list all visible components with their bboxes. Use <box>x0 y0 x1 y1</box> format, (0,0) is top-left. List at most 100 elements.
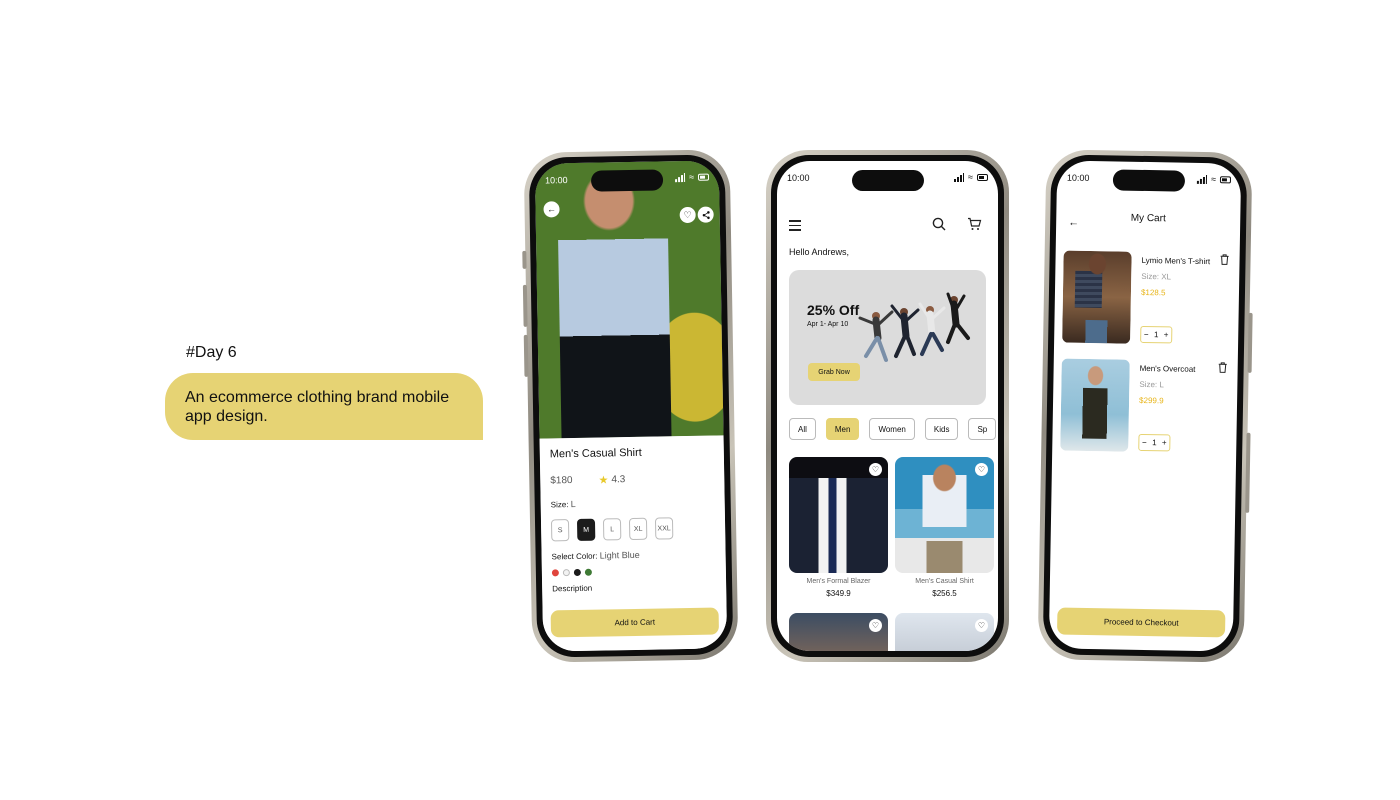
item-price: $299.9 <box>1139 395 1164 406</box>
item-price: $128.5 <box>1140 287 1166 298</box>
phone-home: 10:00 ≈ Hello Andrews, 25% Off Apr 1- Ap… <box>766 150 1009 662</box>
product-card[interactable]: ♡ <box>895 613 994 651</box>
size-option[interactable]: M <box>576 518 596 541</box>
wifi-icon: ≈ <box>1210 174 1217 185</box>
share-icon[interactable] <box>697 206 714 223</box>
color-label-row: Select Color: Light Blue <box>552 549 716 562</box>
size-option[interactable]: S <box>550 519 570 542</box>
product-title: Men's Casual Shirt <box>549 446 642 461</box>
signal-icon <box>675 173 686 183</box>
power-button <box>1247 312 1253 373</box>
status-time: 10:00 <box>544 175 568 186</box>
size-option[interactable]: L <box>602 518 622 541</box>
status-time: 10:00 <box>1066 172 1090 183</box>
battery-icon <box>697 173 710 181</box>
size-options: S M L XL XXL <box>550 517 715 542</box>
action-button <box>522 250 527 269</box>
wifi-icon: ≈ <box>968 172 973 182</box>
category-tab[interactable]: Women <box>869 418 915 440</box>
color-label: Select Color: <box>551 551 598 562</box>
product-hero-image: ← ♡ <box>534 160 724 439</box>
phone-cart: 10:00 ≈ ← My Cart Lymio Men's T-shirt Si… <box>1037 149 1253 663</box>
tshirt-image <box>1062 250 1132 344</box>
description-label: Description <box>552 583 593 594</box>
top-bar <box>789 217 986 233</box>
category-tab[interactable]: Sp <box>968 418 997 440</box>
heart-icon[interactable]: ♡ <box>869 463 882 476</box>
back-arrow-icon[interactable]: ← <box>543 201 560 218</box>
product-card[interactable]: ♡ <box>789 613 888 651</box>
volume-down-button <box>523 334 529 377</box>
status-bar: 10:00 ≈ <box>1057 172 1241 189</box>
product-image: ♡ <box>895 613 994 651</box>
trash-icon[interactable] <box>1219 253 1229 265</box>
blazer-image: ♡ <box>789 457 888 573</box>
quantity-stepper[interactable]: − 1 + <box>1140 325 1173 344</box>
battery-icon <box>977 174 988 181</box>
category-tab[interactable]: All <box>789 418 816 440</box>
trash-icon[interactable] <box>1218 361 1228 373</box>
add-to-cart-button[interactable]: Add to Cart <box>550 607 720 638</box>
heart-icon[interactable]: ♡ <box>679 206 696 224</box>
cart-item: Men's Overcoat Size: L $299.9 − 1 + <box>1060 358 1230 456</box>
decrement-button[interactable]: − <box>1142 438 1147 447</box>
item-size: Size: XL <box>1141 271 1172 282</box>
size-value: L <box>570 498 576 510</box>
category-tab[interactable]: Kids <box>924 418 959 440</box>
color-swatch[interactable] <box>584 568 592 576</box>
heart-icon[interactable]: ♡ <box>975 463 988 476</box>
heart-icon[interactable]: ♡ <box>869 619 882 632</box>
item-name: Men's Overcoat <box>1139 363 1196 374</box>
menu-icon[interactable] <box>789 220 801 234</box>
size-option[interactable]: XXL <box>654 517 674 540</box>
quantity-value: 1 <box>1152 438 1157 448</box>
banner-image <box>858 292 970 362</box>
home-screen: 10:00 ≈ Hello Andrews, 25% Off Apr 1- Ap… <box>777 161 998 651</box>
signal-icon <box>1196 175 1208 185</box>
product-price: $256.5 <box>932 589 957 598</box>
product-card[interactable]: ♡ Men's Formal Blazer $349.9 <box>789 457 888 598</box>
product-name: Men's Formal Blazer <box>806 578 871 585</box>
decrement-button[interactable]: − <box>1144 330 1149 339</box>
quantity-value: 1 <box>1153 330 1159 340</box>
star-icon: ★ <box>598 474 609 487</box>
rating-value: 4.3 <box>611 474 626 486</box>
volume-up-button <box>522 284 528 327</box>
day-title: #Day 6 <box>186 344 237 361</box>
status-bar: 10:00 ≈ <box>777 173 998 187</box>
color-swatch[interactable] <box>562 569 570 577</box>
cart-item: Lymio Men's T-shirt Size: XL $128.5 − 1 … <box>1062 250 1232 348</box>
promo-banner: 25% Off Apr 1- Apr 10 Grab Now <box>789 270 986 405</box>
cart-icon[interactable] <box>967 217 982 231</box>
product-price: $180 <box>550 475 573 487</box>
signal-icon <box>954 173 965 182</box>
color-value: Light Blue <box>599 549 640 561</box>
heart-icon[interactable]: ♡ <box>975 619 988 632</box>
size-option[interactable]: XL <box>628 517 648 541</box>
product-card[interactable]: ♡ Men's Casual Shirt $256.5 <box>895 457 994 598</box>
category-tab[interactable]: Men <box>825 418 860 440</box>
size-label-row: Size: L <box>550 497 715 510</box>
search-icon[interactable] <box>932 217 946 231</box>
proceed-to-checkout-button[interactable]: Proceed to Checkout <box>1056 607 1226 638</box>
status-time: 10:00 <box>787 173 810 183</box>
size-label: Size: <box>550 500 569 510</box>
item-size: Size: L <box>1139 379 1164 390</box>
color-swatch[interactable] <box>573 568 581 577</box>
increment-button[interactable]: + <box>1164 330 1169 339</box>
quantity-stepper[interactable]: − 1 + <box>1138 433 1171 452</box>
product-detail-screen: 10:00 ≈ ← ♡ Men's Casual Shirt $180 ★ 4.… <box>534 160 728 652</box>
color-swatch[interactable] <box>551 569 559 577</box>
color-swatches <box>551 567 716 577</box>
casual-shirt-image: ♡ <box>895 457 994 573</box>
overcoat-image <box>1060 358 1130 452</box>
product-name: Men's Casual Shirt <box>915 578 974 585</box>
description-pill: An ecommerce clothing brand mobile app d… <box>165 373 483 440</box>
product-price: $349.9 <box>826 589 851 598</box>
phone-product-detail: 10:00 ≈ ← ♡ Men's Casual Shirt $180 ★ 4.… <box>522 149 739 663</box>
banner-dates: Apr 1- Apr 10 <box>807 321 849 328</box>
battery-icon <box>1219 176 1232 184</box>
wifi-icon: ≈ <box>688 171 695 182</box>
side-button <box>1245 432 1251 513</box>
increment-button[interactable]: + <box>1162 438 1167 447</box>
